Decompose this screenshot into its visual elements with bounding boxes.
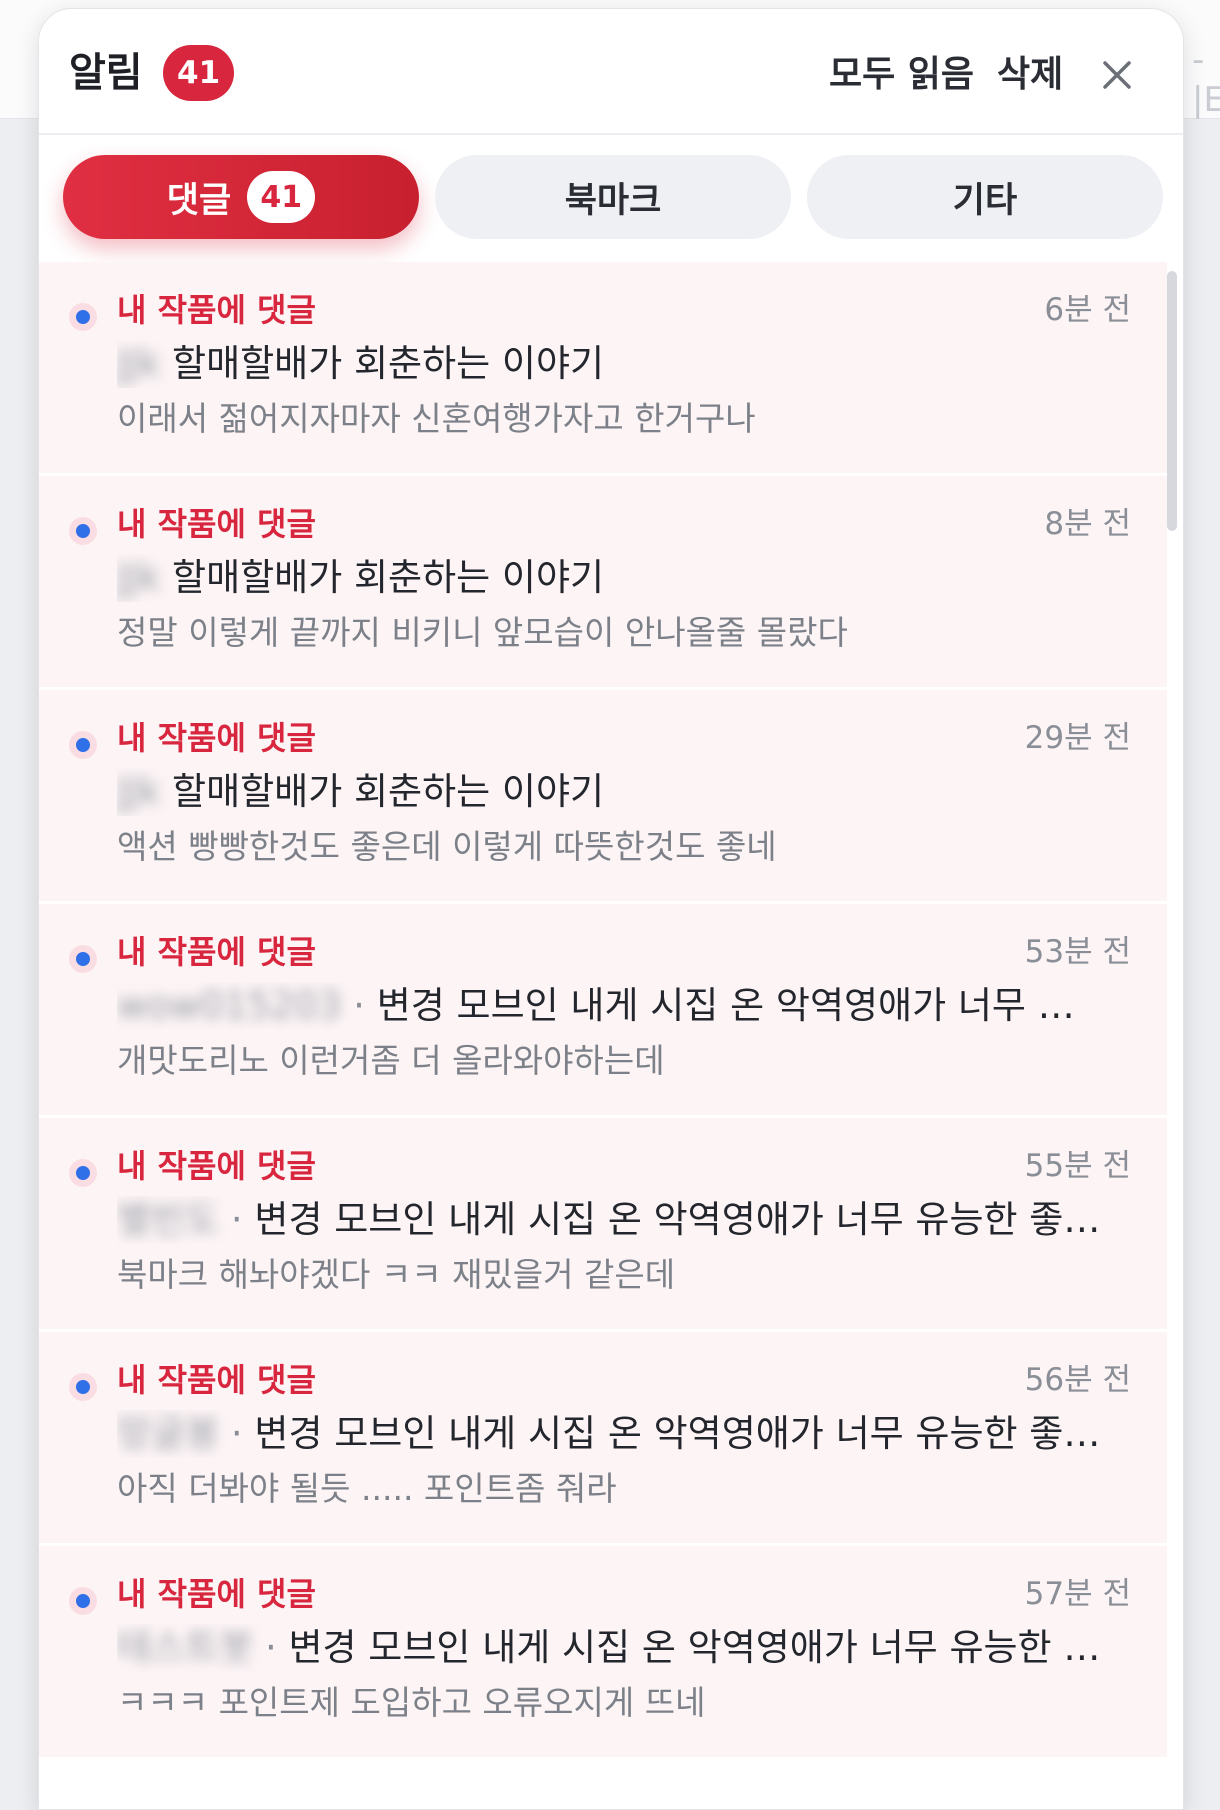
work-title-text: 변경 모브인 내게 시집 온 악역영애가 너무 유능한 좋은 아내	[254, 1198, 1107, 1241]
mark-all-read-button[interactable]: 모두 읽음	[829, 53, 974, 97]
notification-time: 55분 전	[1024, 1148, 1131, 1184]
separator-dot: ·	[230, 1198, 243, 1241]
notification-time: 53분 전	[1024, 934, 1131, 970]
notification-type: 내 작품에 댓글	[117, 505, 316, 543]
tab-comments-label: 댓글	[166, 180, 232, 221]
unread-dot-icon	[69, 1587, 97, 1615]
notification-time: 56분 전	[1024, 1362, 1131, 1398]
work-title-text: 변경 모브인 내게 시집 온 악역영애가 너무 유능한 좋은 아내	[288, 1626, 1107, 1669]
notification-type: 내 작품에 댓글	[117, 933, 316, 971]
separator-dot: ·	[264, 1626, 277, 1669]
tab-other[interactable]: 기타	[807, 155, 1163, 239]
notification-time: 29분 전	[1024, 720, 1131, 756]
notification-comment: 액션 빵빵한것도 좋은데 이렇게 따뜻한것도 좋네	[117, 827, 777, 866]
notification-work-title: wow015203 · 변경 모브인 내게 시집 온 악역영애가 너무 유능한 …	[117, 982, 1107, 1030]
notification-type: 내 작품에 댓글	[117, 1575, 316, 1613]
tab-comments-count: 41	[247, 171, 316, 223]
notification-type: 내 작품에 댓글	[117, 719, 316, 757]
panel-header: 알림 41 모두 읽음 삭제	[39, 9, 1183, 135]
tab-bookmarks[interactable]: 북마크	[435, 155, 791, 239]
separator-dot: ·	[353, 984, 365, 1027]
notification-type: 내 작품에 댓글	[117, 1147, 316, 1185]
notification-item[interactable]: 내 작품에 댓글 6분 전 JJk 할매할배가 회춘하는 이야기 이래서 젊어지…	[39, 262, 1167, 476]
notification-comment: 아직 더봐야 될듯 ..... 포인트좀 줘라	[117, 1469, 617, 1508]
delete-button[interactable]: 삭제	[997, 53, 1063, 97]
work-title-text: 할매할배가 회춘하는 이야기	[172, 556, 605, 599]
unread-dot-icon	[69, 1373, 97, 1401]
notification-type: 내 작품에 댓글	[117, 1361, 316, 1399]
notification-work-title: JJk 할매할배가 회춘하는 이야기	[117, 768, 1107, 816]
notification-panel: 알림 41 모두 읽음 삭제 댓글 41 북마크 기타 내 작품에 댓글 6분 …	[38, 8, 1184, 1810]
notification-author: 별빈도	[117, 1198, 220, 1241]
work-title-text: 할매할배가 회춘하는 이야기	[172, 770, 605, 813]
notification-item[interactable]: 내 작품에 댓글 53분 전 wow015203 · 변경 모브인 내게 시집 …	[39, 904, 1167, 1118]
list-scrollbar[interactable]	[1167, 271, 1177, 531]
notification-item[interactable]: 내 작품에 댓글 55분 전 별빈도 · 변경 모브인 내게 시집 온 악역영애…	[39, 1118, 1167, 1332]
separator-dot: ·	[230, 1412, 243, 1455]
notification-author: JJk	[117, 556, 161, 599]
work-title-text: 변경 모브인 내게 시집 온 악역영애가 너무 유능한 좋은 아내	[254, 1412, 1107, 1455]
notification-work-title: 망글봉 · 변경 모브인 내게 시집 온 악역영애가 너무 유능한 좋은 아내	[117, 1410, 1107, 1458]
work-title-text: 변경 모브인 내게 시집 온 악역영애가 너무 유능한 좋은 아내	[376, 984, 1107, 1027]
notification-work-title: 테스트봇 · 변경 모브인 내게 시집 온 악역영애가 너무 유능한 좋은 아내	[117, 1624, 1107, 1672]
notification-time: 8분 전	[1044, 506, 1131, 542]
notification-time: 57분 전	[1024, 1576, 1131, 1612]
notification-item[interactable]: 내 작품에 댓글 57분 전 테스트봇 · 변경 모브인 내게 시집 온 악역영…	[39, 1546, 1167, 1760]
notification-comment: 정말 이렇게 끝까지 비키니 앞모습이 안나올줄 몰랐다	[117, 613, 848, 652]
notification-author: 망글봉	[117, 1412, 220, 1455]
notification-author: 테스트봇	[117, 1626, 254, 1669]
tab-bookmarks-label: 북마크	[564, 180, 662, 221]
tab-other-label: 기타	[952, 180, 1018, 221]
notification-item[interactable]: 내 작품에 댓글 29분 전 JJk 할매할배가 회춘하는 이야기 액션 빵빵한…	[39, 690, 1167, 904]
unread-dot-icon	[69, 731, 97, 759]
notification-author: JJk	[117, 342, 161, 385]
notification-time: 6분 전	[1044, 292, 1131, 328]
notification-work-title: JJk 할매할배가 회춘하는 이야기	[117, 554, 1107, 602]
notification-author: wow015203	[117, 984, 342, 1027]
background-text-fragment: -|E	[1192, 40, 1220, 120]
notification-list: 내 작품에 댓글 6분 전 JJk 할매할배가 회춘하는 이야기 이래서 젊어지…	[39, 262, 1167, 1760]
notification-item[interactable]: 내 작품에 댓글 56분 전 망글봉 · 변경 모브인 내게 시집 온 악역영애…	[39, 1332, 1167, 1546]
unread-dot-icon	[69, 303, 97, 331]
unread-dot-icon	[69, 945, 97, 973]
unread-count-badge: 41	[163, 45, 235, 101]
panel-title: 알림	[69, 50, 143, 96]
unread-dot-icon	[69, 1159, 97, 1187]
tab-bar: 댓글 41 북마크 기타	[63, 155, 1163, 239]
work-title-text: 할매할배가 회춘하는 이야기	[172, 342, 605, 385]
unread-dot-icon	[69, 517, 97, 545]
notification-work-title: 별빈도 · 변경 모브인 내게 시집 온 악역영애가 너무 유능한 좋은 아내	[117, 1196, 1107, 1244]
notification-comment: ㅋㅋㅋ 포인트제 도입하고 오류오지게 뜨네	[117, 1683, 706, 1722]
notification-author: JJk	[117, 770, 161, 813]
notification-item[interactable]: 내 작품에 댓글 8분 전 JJk 할매할배가 회춘하는 이야기 정말 이렇게 …	[39, 476, 1167, 690]
notification-type: 내 작품에 댓글	[117, 291, 316, 329]
notification-comment: 개맛도리노 이런거좀 더 올라와야하는데	[117, 1041, 665, 1080]
notification-work-title: JJk 할매할배가 회춘하는 이야기	[117, 340, 1107, 388]
notification-comment: 이래서 젊어지자마자 신혼여행가자고 한거구나	[117, 399, 756, 438]
tab-comments[interactable]: 댓글 41	[63, 155, 419, 239]
notification-comment: 북마크 해놔야겠다 ㅋㅋ 재밌을거 같은데	[117, 1255, 676, 1294]
close-icon[interactable]	[1099, 57, 1135, 93]
